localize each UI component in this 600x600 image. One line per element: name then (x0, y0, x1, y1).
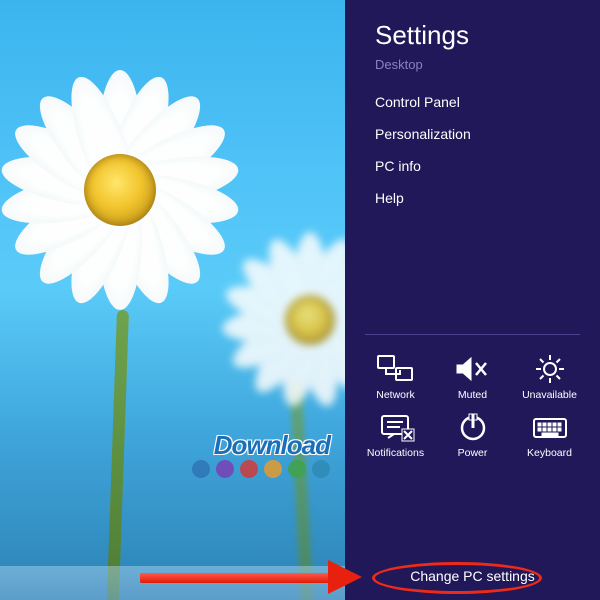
change-pc-settings-link[interactable]: Change PC settings (345, 568, 600, 584)
watermark-text: Download (214, 430, 330, 461)
quick-label: Power (458, 447, 488, 459)
network-icon (376, 353, 416, 385)
menu-item-pc-info[interactable]: PC info (375, 150, 580, 182)
quick-network[interactable]: Network (357, 353, 434, 401)
quick-label: Muted (458, 389, 487, 401)
quick-settings-grid: Network Muted (345, 335, 600, 459)
quick-brightness[interactable]: Unavailable (511, 353, 588, 401)
keyboard-icon (530, 411, 570, 443)
volume-muted-icon (453, 353, 493, 385)
settings-charm-panel: Settings Desktop Control Panel Personali… (345, 0, 600, 600)
brightness-icon (530, 353, 570, 385)
watermark-dots (192, 460, 330, 478)
quick-label: Network (376, 389, 415, 401)
flower-stem (103, 310, 129, 600)
power-icon (453, 411, 493, 443)
menu-item-help[interactable]: Help (375, 182, 580, 214)
menu-item-control-panel[interactable]: Control Panel (375, 86, 580, 118)
menu-item-personalization[interactable]: Personalization (375, 118, 580, 150)
quick-keyboard[interactable]: Keyboard (511, 411, 588, 459)
quick-notifications[interactable]: Notifications (357, 411, 434, 459)
quick-volume[interactable]: Muted (434, 353, 511, 401)
screen: Download Settings Desktop Control Panel … (0, 0, 600, 600)
taskbar[interactable] (0, 566, 345, 600)
context-label: Desktop (375, 57, 580, 72)
quick-power[interactable]: Power (434, 411, 511, 459)
quick-label: Keyboard (527, 447, 572, 459)
panel-title: Settings (375, 20, 580, 51)
quick-label: Notifications (367, 447, 424, 459)
quick-label: Unavailable (522, 389, 577, 401)
notifications-icon (376, 411, 416, 443)
